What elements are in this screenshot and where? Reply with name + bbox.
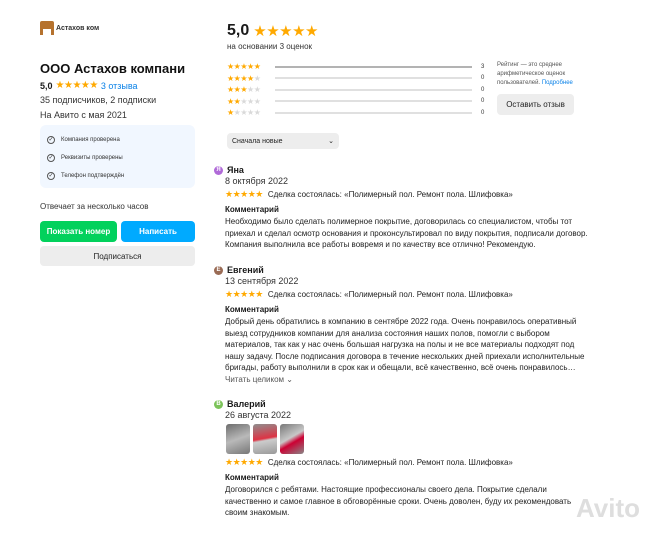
stars-5-icon: ★★★★★ [227, 62, 261, 72]
rating-note-link[interactable]: Подробнее [542, 80, 573, 86]
reviewer-name[interactable]: Яна [227, 165, 244, 175]
check-circle-icon: ✓ [47, 136, 55, 144]
logo-text: Астахов ком [56, 24, 100, 32]
stars-2-icon: ★★★★★ [227, 96, 261, 106]
review-header: Я Яна [214, 165, 594, 175]
review-deal: ★★★★★ Сделка состоялась: «Полимерный пол… [225, 289, 594, 300]
distribution-count: 0 [481, 109, 485, 116]
comment-label: Комментарий [225, 473, 279, 482]
review-date: 13 сентября 2022 [225, 276, 299, 286]
review-photo[interactable] [280, 424, 304, 454]
review-stars-icon: ★★★★★ [225, 457, 263, 467]
verification-label: Реквизиты проверены [61, 155, 123, 161]
verification-label: Телефон подтверждён [61, 173, 125, 179]
verification-item: ✓ Телефон подтверждён [47, 167, 188, 185]
comment-label: Комментарий [225, 205, 279, 214]
rating-value: 5,0 [40, 80, 53, 91]
review-photo[interactable] [226, 424, 250, 454]
overall-rating: 5,0 ★★★★★ [227, 22, 318, 40]
avatar[interactable]: Я [214, 165, 223, 175]
deal-text: Сделка состоялась: «Полимерный пол. Ремо… [267, 190, 513, 199]
subscribe-button[interactable]: Подписаться [40, 246, 195, 266]
chevron-down-icon: ⌄ [328, 138, 334, 145]
stars-3-icon: ★★★★★ [227, 85, 261, 95]
rating-count: на основании 3 оценок [227, 42, 313, 51]
sort-select-value: Сначала новые [232, 137, 283, 145]
logo-icon [40, 21, 54, 35]
overall-rating-value: 5,0 [227, 22, 250, 39]
verification-label: Компания проверена [61, 137, 120, 143]
company-rating: 5,0 ★★★★★ 3 отзыва [40, 80, 138, 91]
read-more-label: Читать целиком [225, 374, 285, 384]
distribution-row[interactable]: ★★★★★ 0 [227, 107, 487, 119]
chevron-down-icon: ⌄ [286, 374, 293, 384]
review-deal: ★★★★★ Сделка состоялась: «Полимерный пол… [225, 189, 594, 200]
stars-4-icon: ★★★★★ [227, 73, 261, 83]
comment-text: Договорился с ребятами. Настоящие профес… [225, 485, 572, 517]
review-card: Е Евгений 13 сентября 2022 ★★★★★ Сделка … [214, 265, 594, 384]
stars-1-icon: ★★★★★ [227, 108, 261, 118]
comment-label: Комментарий [225, 305, 279, 314]
reply-time: Отвечает за несколько часов [40, 202, 149, 211]
write-message-button[interactable]: Написать [121, 221, 195, 242]
distribution-fill [275, 65, 472, 68]
distribution-count: 0 [481, 75, 485, 82]
review-deal: ★★★★★ Сделка состоялась: «Полимерный пол… [225, 457, 594, 468]
distribution-row[interactable]: ★★★★★ 3 [227, 61, 487, 73]
sort-select[interactable]: Сначала новые ⌄ [227, 133, 339, 149]
deal-text: Сделка состоялась: «Полимерный пол. Ремо… [267, 290, 513, 299]
distribution-bar [275, 65, 472, 68]
distribution-count: 3 [481, 63, 485, 70]
review-stars-icon: ★★★★★ [225, 289, 263, 299]
review-photos [226, 424, 594, 454]
subscribers-count[interactable]: 35 подписчиков, 2 подписки [40, 95, 156, 105]
verification-item: ✓ Компания проверена [47, 131, 188, 149]
member-since: На Авито с мая 2021 [40, 110, 127, 120]
review-date: 8 октября 2022 [225, 176, 288, 186]
distribution-row[interactable]: ★★★★★ 0 [227, 96, 487, 108]
verification-item: ✓ Реквизиты проверены [47, 149, 188, 167]
show-phone-button[interactable]: Показать номер [40, 221, 117, 242]
overall-stars-icon: ★★★★★ [253, 23, 318, 40]
reviewer-name[interactable]: Евгений [227, 265, 264, 275]
review-header: В Валерий [214, 399, 594, 409]
rating-stars-icon: ★★★★★ [55, 80, 99, 91]
leave-review-button[interactable]: Оставить отзыв [497, 94, 574, 115]
comment-text: Необходимо было сделать полимерное покры… [225, 217, 588, 249]
review-date: 26 августа 2022 [225, 410, 292, 420]
verification-box: ✓ Компания проверена ✓ Реквизиты провере… [40, 125, 195, 188]
review-card: Я Яна 8 октября 2022 ★★★★★ Сделка состоя… [214, 165, 594, 251]
distribution-row[interactable]: ★★★★★ 0 [227, 73, 487, 85]
rating-note: Рейтинг — это среднее арифметическое оце… [497, 61, 597, 88]
reviews-link[interactable]: 3 отзыва [101, 81, 138, 91]
rating-distribution: ★★★★★ 3 ★★★★★ 0 ★★★★★ 0 ★★★★★ 0 ★★★★★ 0 [227, 61, 487, 119]
distribution-count: 0 [481, 98, 485, 105]
review-card: В Валерий 26 августа 2022 ★★★★★ Сделка с… [214, 399, 594, 519]
deal-text: Сделка состоялась: «Полимерный пол. Ремо… [267, 458, 513, 467]
review-stars-icon: ★★★★★ [225, 189, 263, 199]
avito-watermark: Avito [575, 493, 640, 523]
comment-text: Добрый день обратились в компанию в сент… [225, 317, 585, 372]
distribution-bar [275, 88, 472, 91]
distribution-bar [275, 100, 472, 103]
distribution-bar [275, 111, 472, 114]
reviewer-name[interactable]: Валерий [227, 399, 266, 409]
avatar[interactable]: Е [214, 265, 223, 275]
distribution-count: 0 [481, 86, 485, 93]
check-circle-icon: ✓ [47, 172, 55, 180]
read-more-link[interactable]: Читать целиком ⌄ [225, 375, 594, 384]
avatar[interactable]: В [214, 399, 223, 409]
check-circle-icon: ✓ [47, 154, 55, 162]
company-name[interactable]: ООО Астахов компани [40, 61, 185, 76]
company-logo: Астахов ком [40, 14, 112, 42]
review-header: Е Евгений [214, 265, 594, 275]
review-photo[interactable] [253, 424, 277, 454]
distribution-bar [275, 77, 472, 80]
distribution-row[interactable]: ★★★★★ 0 [227, 84, 487, 96]
